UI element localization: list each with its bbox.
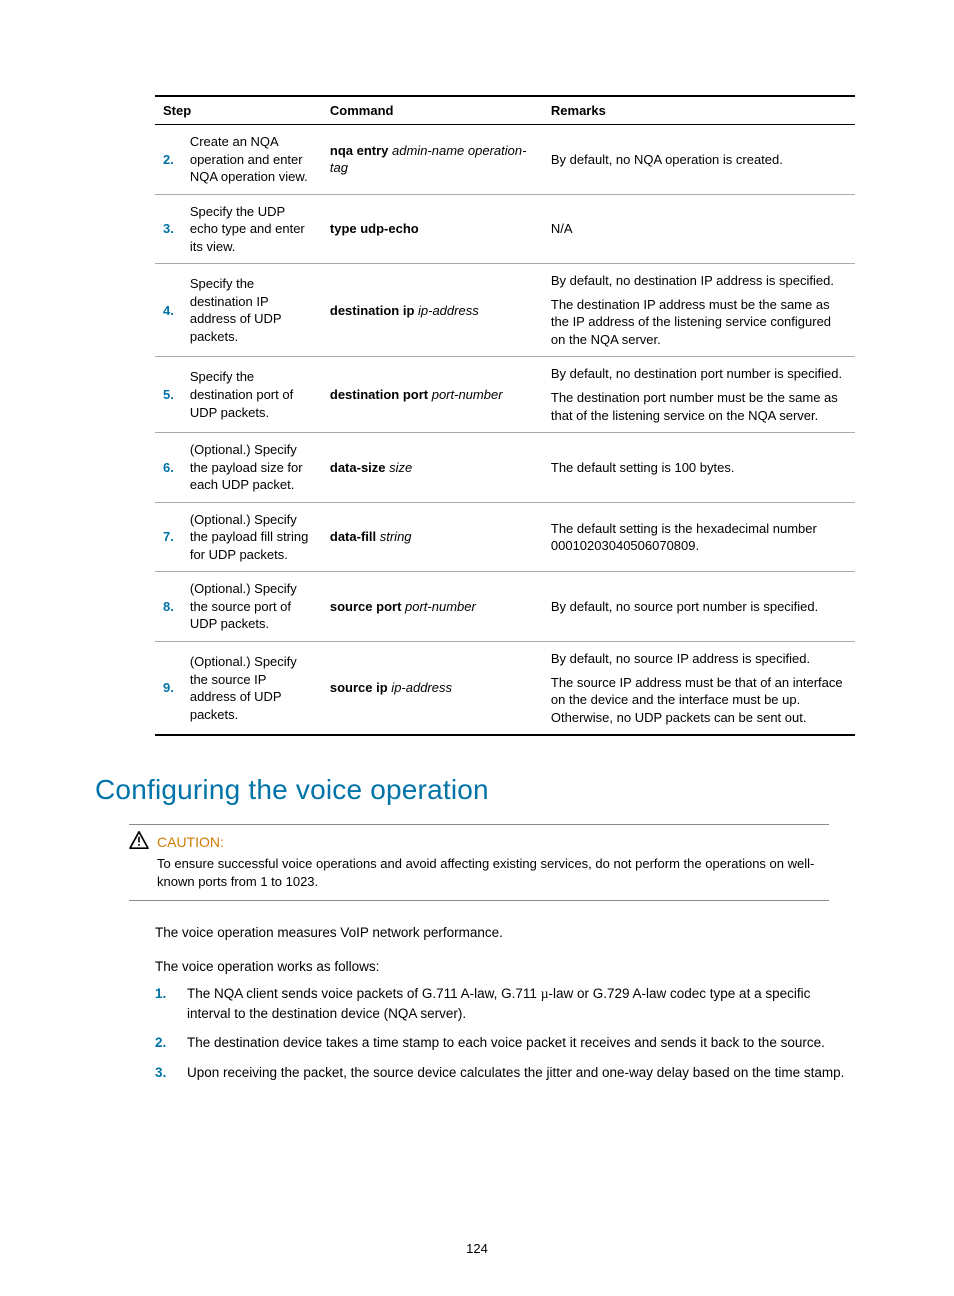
step-number: 7. [155, 502, 182, 572]
step-remarks: The default setting is the hexadecimal n… [543, 502, 855, 572]
step-number: 5. [155, 357, 182, 433]
step-desc: (Optional.) Specify the payload fill str… [182, 502, 322, 572]
caution-label: CAUTION: [157, 832, 829, 852]
table-row: 5. Specify the destination port of UDP p… [155, 357, 855, 433]
step-number: 4. [155, 264, 182, 357]
step-desc: Specify the destination port of UDP pack… [182, 357, 322, 433]
list-item: 2. The destination device takes a time s… [155, 1033, 855, 1053]
step-number: 3. [155, 194, 182, 264]
table-row: 9. (Optional.) Specify the source IP add… [155, 642, 855, 736]
step-number: 8. [155, 572, 182, 642]
caution-block: CAUTION: To ensure successful voice oper… [129, 824, 829, 901]
step-remarks: N/A [543, 194, 855, 264]
table-row: 6. (Optional.) Specify the payload size … [155, 433, 855, 503]
step-remarks: By default, no source port number is spe… [543, 572, 855, 642]
step-desc: (Optional.) Specify the source port of U… [182, 572, 322, 642]
step-command: source port port-number [322, 572, 543, 642]
page-number: 124 [0, 1241, 954, 1256]
step-number: 6. [155, 433, 182, 503]
step-command: data-size size [322, 433, 543, 503]
step-command: data-fill string [322, 502, 543, 572]
step-remarks: By default, no NQA operation is created. [543, 125, 855, 195]
step-remarks: By default, no source IP address is spec… [543, 642, 855, 736]
list-item: 1. The NQA client sends voice packets of… [155, 984, 855, 1023]
col-step: Step [155, 96, 322, 125]
steps-table: Step Command Remarks 2. Create an NQA op… [155, 95, 855, 736]
paragraph: The voice operation measures VoIP networ… [155, 923, 855, 943]
caution-icon [129, 831, 157, 855]
caution-text: To ensure successful voice operations an… [157, 855, 829, 893]
step-command: source ip ip-address [322, 642, 543, 736]
step-number: 9. [155, 642, 182, 736]
step-remarks: The default setting is 100 bytes. [543, 433, 855, 503]
step-desc: (Optional.) Specify the payload size for… [182, 433, 322, 503]
step-desc: Specify the UDP echo type and enter its … [182, 194, 322, 264]
col-command: Command [322, 96, 543, 125]
table-row: 7. (Optional.) Specify the payload fill … [155, 502, 855, 572]
paragraph: The voice operation works as follows: [155, 957, 855, 977]
table-row: 3. Specify the UDP echo type and enter i… [155, 194, 855, 264]
col-remarks: Remarks [543, 96, 855, 125]
numbered-list: 1. The NQA client sends voice packets of… [155, 984, 855, 1082]
step-desc: Create an NQA operation and enter NQA op… [182, 125, 322, 195]
table-row: 2. Create an NQA operation and enter NQA… [155, 125, 855, 195]
step-command: type udp-echo [322, 194, 543, 264]
step-remarks: By default, no destination IP address is… [543, 264, 855, 357]
step-desc: (Optional.) Specify the source IP addres… [182, 642, 322, 736]
step-command: destination ip ip-address [322, 264, 543, 357]
step-desc: Specify the destination IP address of UD… [182, 264, 322, 357]
table-row: 4. Specify the destination IP address of… [155, 264, 855, 357]
step-command: nqa entry admin-name operation-tag [322, 125, 543, 195]
list-item: 3. Upon receiving the packet, the source… [155, 1063, 855, 1083]
section-heading: Configuring the voice operation [95, 774, 859, 806]
step-command: destination port port-number [322, 357, 543, 433]
table-header-row: Step Command Remarks [155, 96, 855, 125]
table-row: 8. (Optional.) Specify the source port o… [155, 572, 855, 642]
step-number: 2. [155, 125, 182, 195]
step-remarks: By default, no destination port number i… [543, 357, 855, 433]
